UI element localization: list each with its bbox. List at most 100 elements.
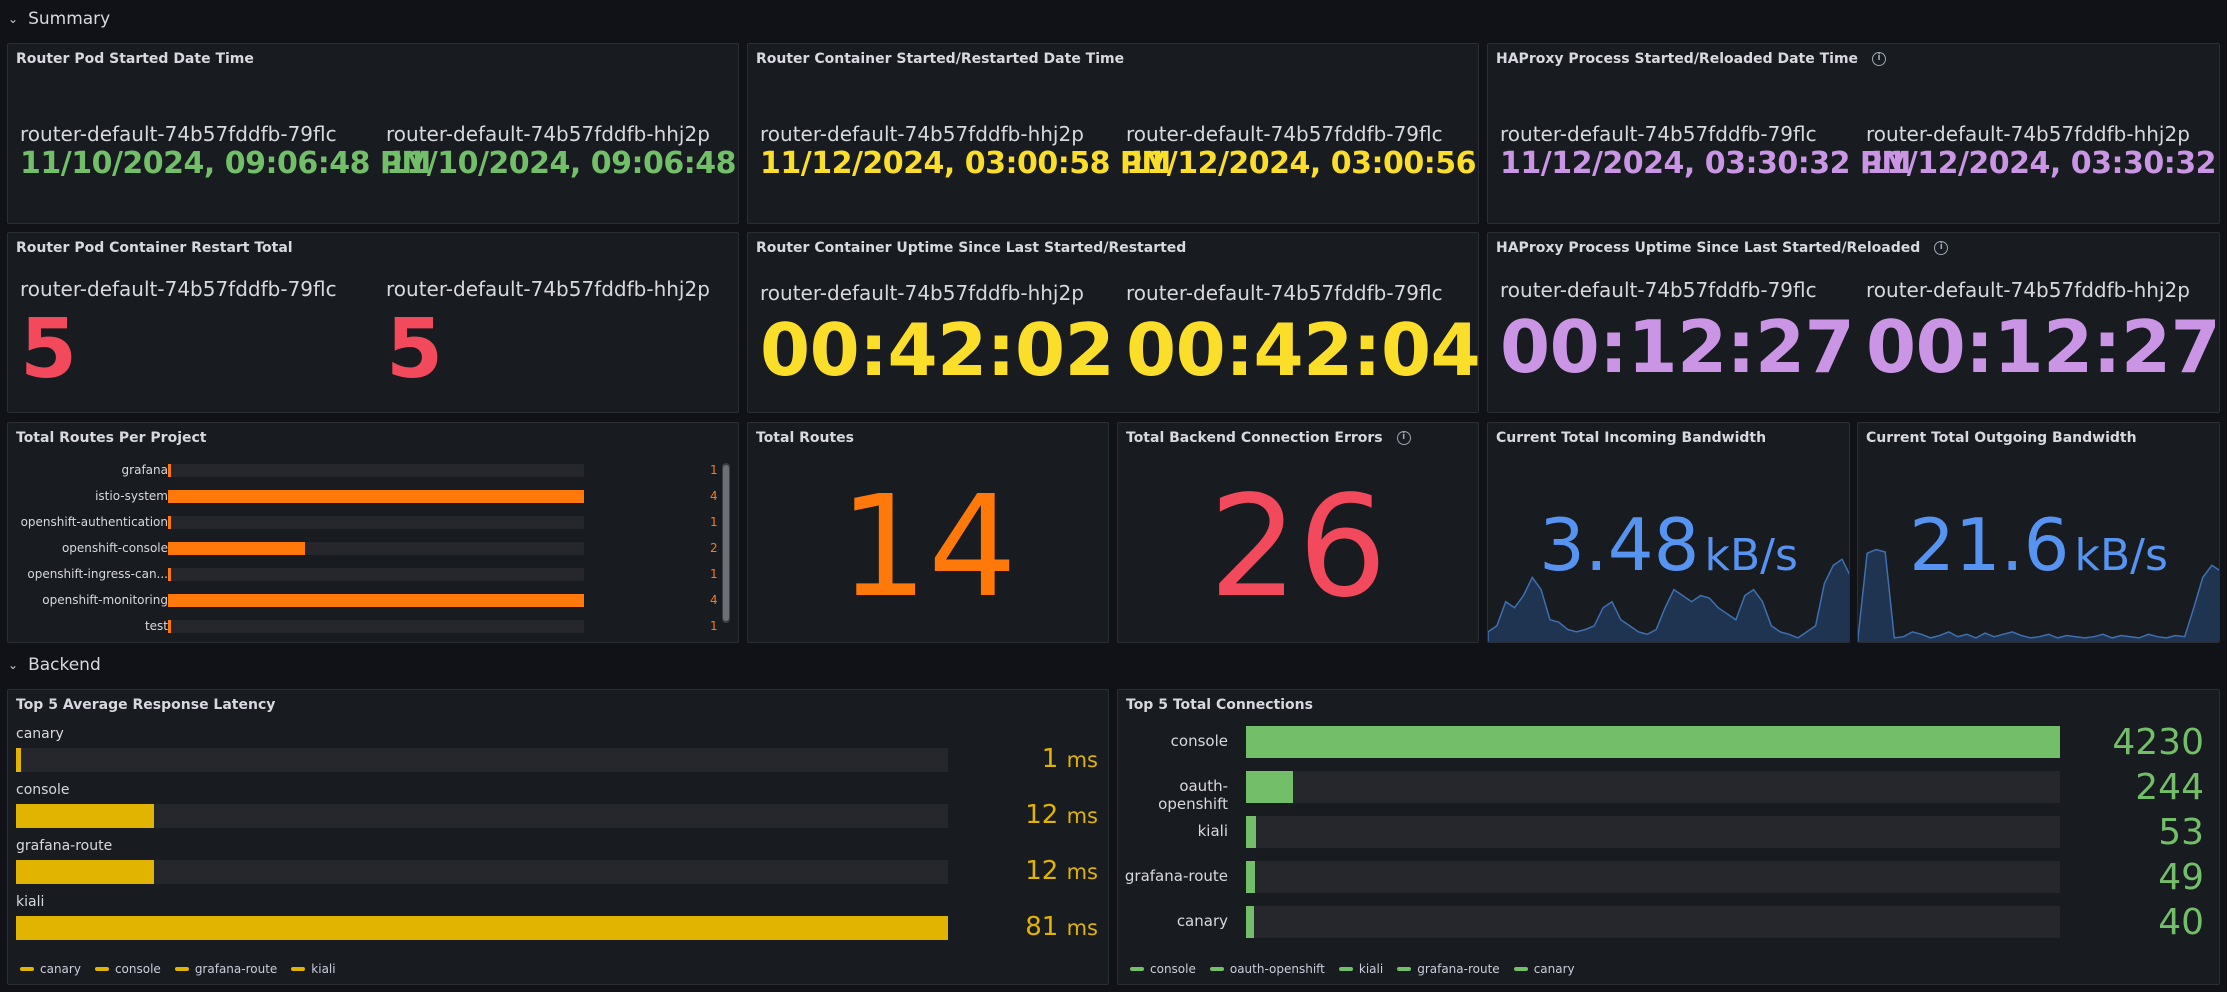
- legend-swatch: [1513, 967, 1528, 971]
- stat-value: 00:42:02: [760, 308, 1115, 392]
- latency-row[interactable]: canary 1 ms: [16, 726, 1106, 776]
- legend-swatch: [1130, 967, 1144, 971]
- connection-row[interactable]: console 4230: [1118, 722, 2218, 763]
- stat-item: router-default-74b57fddfb-hhj2p 11/12/20…: [1866, 122, 2219, 181]
- stat-name: router-default-74b57fddfb-79flc: [1126, 281, 1443, 305]
- stat-name: router-default-74b57fddfb-79flc: [1500, 122, 1817, 146]
- legend-swatch: [20, 967, 34, 971]
- legend-item[interactable]: canary: [1513, 962, 1575, 976]
- stat-value: 11/12/2024, 03:30:32 PM: [1500, 146, 1911, 181]
- panel-title: Top 5 Average Response Latency: [16, 697, 276, 713]
- route-row[interactable]: openshift-monitoring 4: [8, 593, 728, 607]
- latency-row[interactable]: grafana-route 12 ms: [16, 838, 1106, 888]
- legend-item[interactable]: canary: [20, 962, 81, 976]
- stat-item: router-default-74b57fddfb-hhj2p 00:12:27: [1866, 278, 2219, 392]
- latency-row[interactable]: kiali 81 ms: [16, 894, 1106, 944]
- latency-bar: [16, 860, 154, 884]
- panel-backend-errors[interactable]: Total Backend Connection Errors i 26: [1117, 422, 1479, 643]
- latency-unit: ms: [1066, 804, 1098, 828]
- connection-label: grafana-route: [1124, 867, 1228, 885]
- stat-name: router-default-74b57fddfb-hhj2p: [760, 122, 1084, 146]
- panel-incoming-bandwidth[interactable]: Current Total Incoming Bandwidth 3.48 kB…: [1487, 422, 1850, 643]
- panel-pod-started[interactable]: Router Pod Started Date Time router-defa…: [7, 43, 739, 224]
- connection-bar-track: [1246, 726, 2060, 758]
- route-value: 2: [710, 541, 718, 555]
- panel-connections[interactable]: Top 5 Total Connections console 4230 oauth…: [1117, 689, 2220, 985]
- latency-bar-track: [16, 748, 948, 772]
- stat-value: 11/12/2024, 03:00:56 PM: [1126, 146, 1478, 181]
- route-label: istio-system: [95, 489, 168, 503]
- info-icon[interactable]: i: [1396, 431, 1411, 445]
- legend-label: grafana-route: [1417, 962, 1500, 976]
- scrollbar-thumb[interactable]: [723, 465, 729, 621]
- connection-row[interactable]: kiali 53: [1118, 812, 2218, 853]
- latency-value: 81 ms: [1025, 912, 1098, 942]
- route-row[interactable]: openshift-ingress-can... 1: [8, 567, 728, 581]
- connection-label: oauth-openshift: [1158, 777, 1228, 813]
- stat-value: 11/12/2024, 03:00:58 PM: [760, 146, 1171, 181]
- legend-item[interactable]: oauth-openshift: [1209, 962, 1325, 976]
- stat-name: router-default-74b57fddfb-79flc: [1500, 278, 1817, 302]
- scrollbar[interactable]: [722, 463, 730, 623]
- latency-row[interactable]: console 12 ms: [16, 782, 1106, 832]
- panel-title-text: Total Backend Connection Errors: [1126, 430, 1383, 446]
- stat-item: router-default-74b57fddfb-hhj2p 00:42:02: [760, 281, 1115, 395]
- panel-latency[interactable]: Top 5 Average Response Latency canary 1 m…: [7, 689, 1109, 985]
- legend-item[interactable]: kiali: [291, 962, 336, 976]
- legend-item[interactable]: console: [1130, 962, 1196, 976]
- outgoing-unit: kB/s: [2074, 530, 2168, 581]
- route-bar-track: [168, 568, 584, 581]
- latency-value: 12 ms: [1025, 800, 1098, 830]
- route-row[interactable]: istio-system 4: [8, 489, 728, 503]
- stat-value: 5: [386, 302, 443, 397]
- latency-number: 81: [1025, 912, 1059, 942]
- panel-restart-total[interactable]: Router Pod Container Restart Total route…: [7, 232, 739, 413]
- panel-outgoing-bandwidth[interactable]: Current Total Outgoing Bandwidth 21.6 kB…: [1857, 422, 2220, 643]
- latency-value: 12 ms: [1025, 856, 1098, 886]
- legend-label: kiali: [311, 962, 336, 976]
- panel-title: Total Routes Per Project: [16, 430, 207, 446]
- outgoing-number: 21.6: [1909, 503, 2070, 587]
- incoming-value: 3.48 kB/s: [1488, 503, 1849, 587]
- connection-bar: [1246, 771, 1294, 803]
- route-value: 1: [710, 619, 718, 633]
- stat-name: router-default-74b57fddfb-79flc: [20, 277, 337, 301]
- route-bar: [168, 594, 584, 607]
- connection-row[interactable]: oauth-openshift 244: [1118, 767, 2218, 813]
- info-icon[interactable]: i: [1872, 52, 1887, 66]
- connection-row[interactable]: grafana-route 49: [1118, 857, 2218, 898]
- panel-routes-per-project[interactable]: Total Routes Per Project grafana 1 istio-s…: [7, 422, 739, 643]
- row-summary[interactable]: ⌄ Summary: [8, 7, 110, 31]
- legend-item[interactable]: console: [94, 962, 161, 976]
- latency-label: grafana-route: [16, 838, 113, 854]
- panel-container-started[interactable]: Router Container Started/Restarted Date …: [747, 43, 1479, 224]
- info-icon[interactable]: i: [1934, 241, 1949, 255]
- row-backend[interactable]: ⌄ Backend: [8, 653, 101, 677]
- panel-container-uptime[interactable]: Router Container Uptime Since Last Start…: [747, 232, 1479, 413]
- connection-value: 40: [2158, 902, 2204, 943]
- panel-total-routes[interactable]: Total Routes 14: [747, 422, 1109, 643]
- panel-title: Total Routes: [756, 430, 855, 446]
- legend-item[interactable]: kiali: [1338, 962, 1383, 976]
- stat-item: router-default-74b57fddfb-hhj2p 11/12/20…: [760, 122, 1171, 181]
- panel-haproxy-uptime[interactable]: HAProxy Process Uptime Since Last Starte…: [1487, 232, 2220, 413]
- legend-item[interactable]: grafana-route: [1397, 962, 1500, 976]
- latency-label: kiali: [16, 894, 45, 910]
- route-bar-track: [168, 464, 584, 477]
- stat-item: router-default-74b57fddfb-hhj2p 5: [386, 277, 710, 399]
- panel-haproxy-started[interactable]: HAProxy Process Started/Reloaded Date Ti…: [1487, 43, 2220, 224]
- route-row[interactable]: openshift-authentication 1: [8, 515, 728, 529]
- route-bar: [168, 542, 306, 555]
- stat-value: 00:12:27: [1500, 305, 1855, 389]
- connection-row[interactable]: canary 40: [1118, 902, 2218, 943]
- route-row[interactable]: grafana 1: [8, 463, 728, 477]
- route-row[interactable]: test 1: [8, 619, 728, 633]
- route-row[interactable]: openshift-console 2: [8, 541, 728, 555]
- latency-label: canary: [16, 726, 64, 742]
- connection-value: 53: [2158, 812, 2204, 853]
- connection-value: 4230: [2112, 722, 2204, 763]
- connection-label: kiali: [1197, 822, 1228, 840]
- legend-item[interactable]: grafana-route: [174, 962, 277, 976]
- connection-bar-track: [1246, 861, 2060, 893]
- route-value: 1: [710, 515, 718, 529]
